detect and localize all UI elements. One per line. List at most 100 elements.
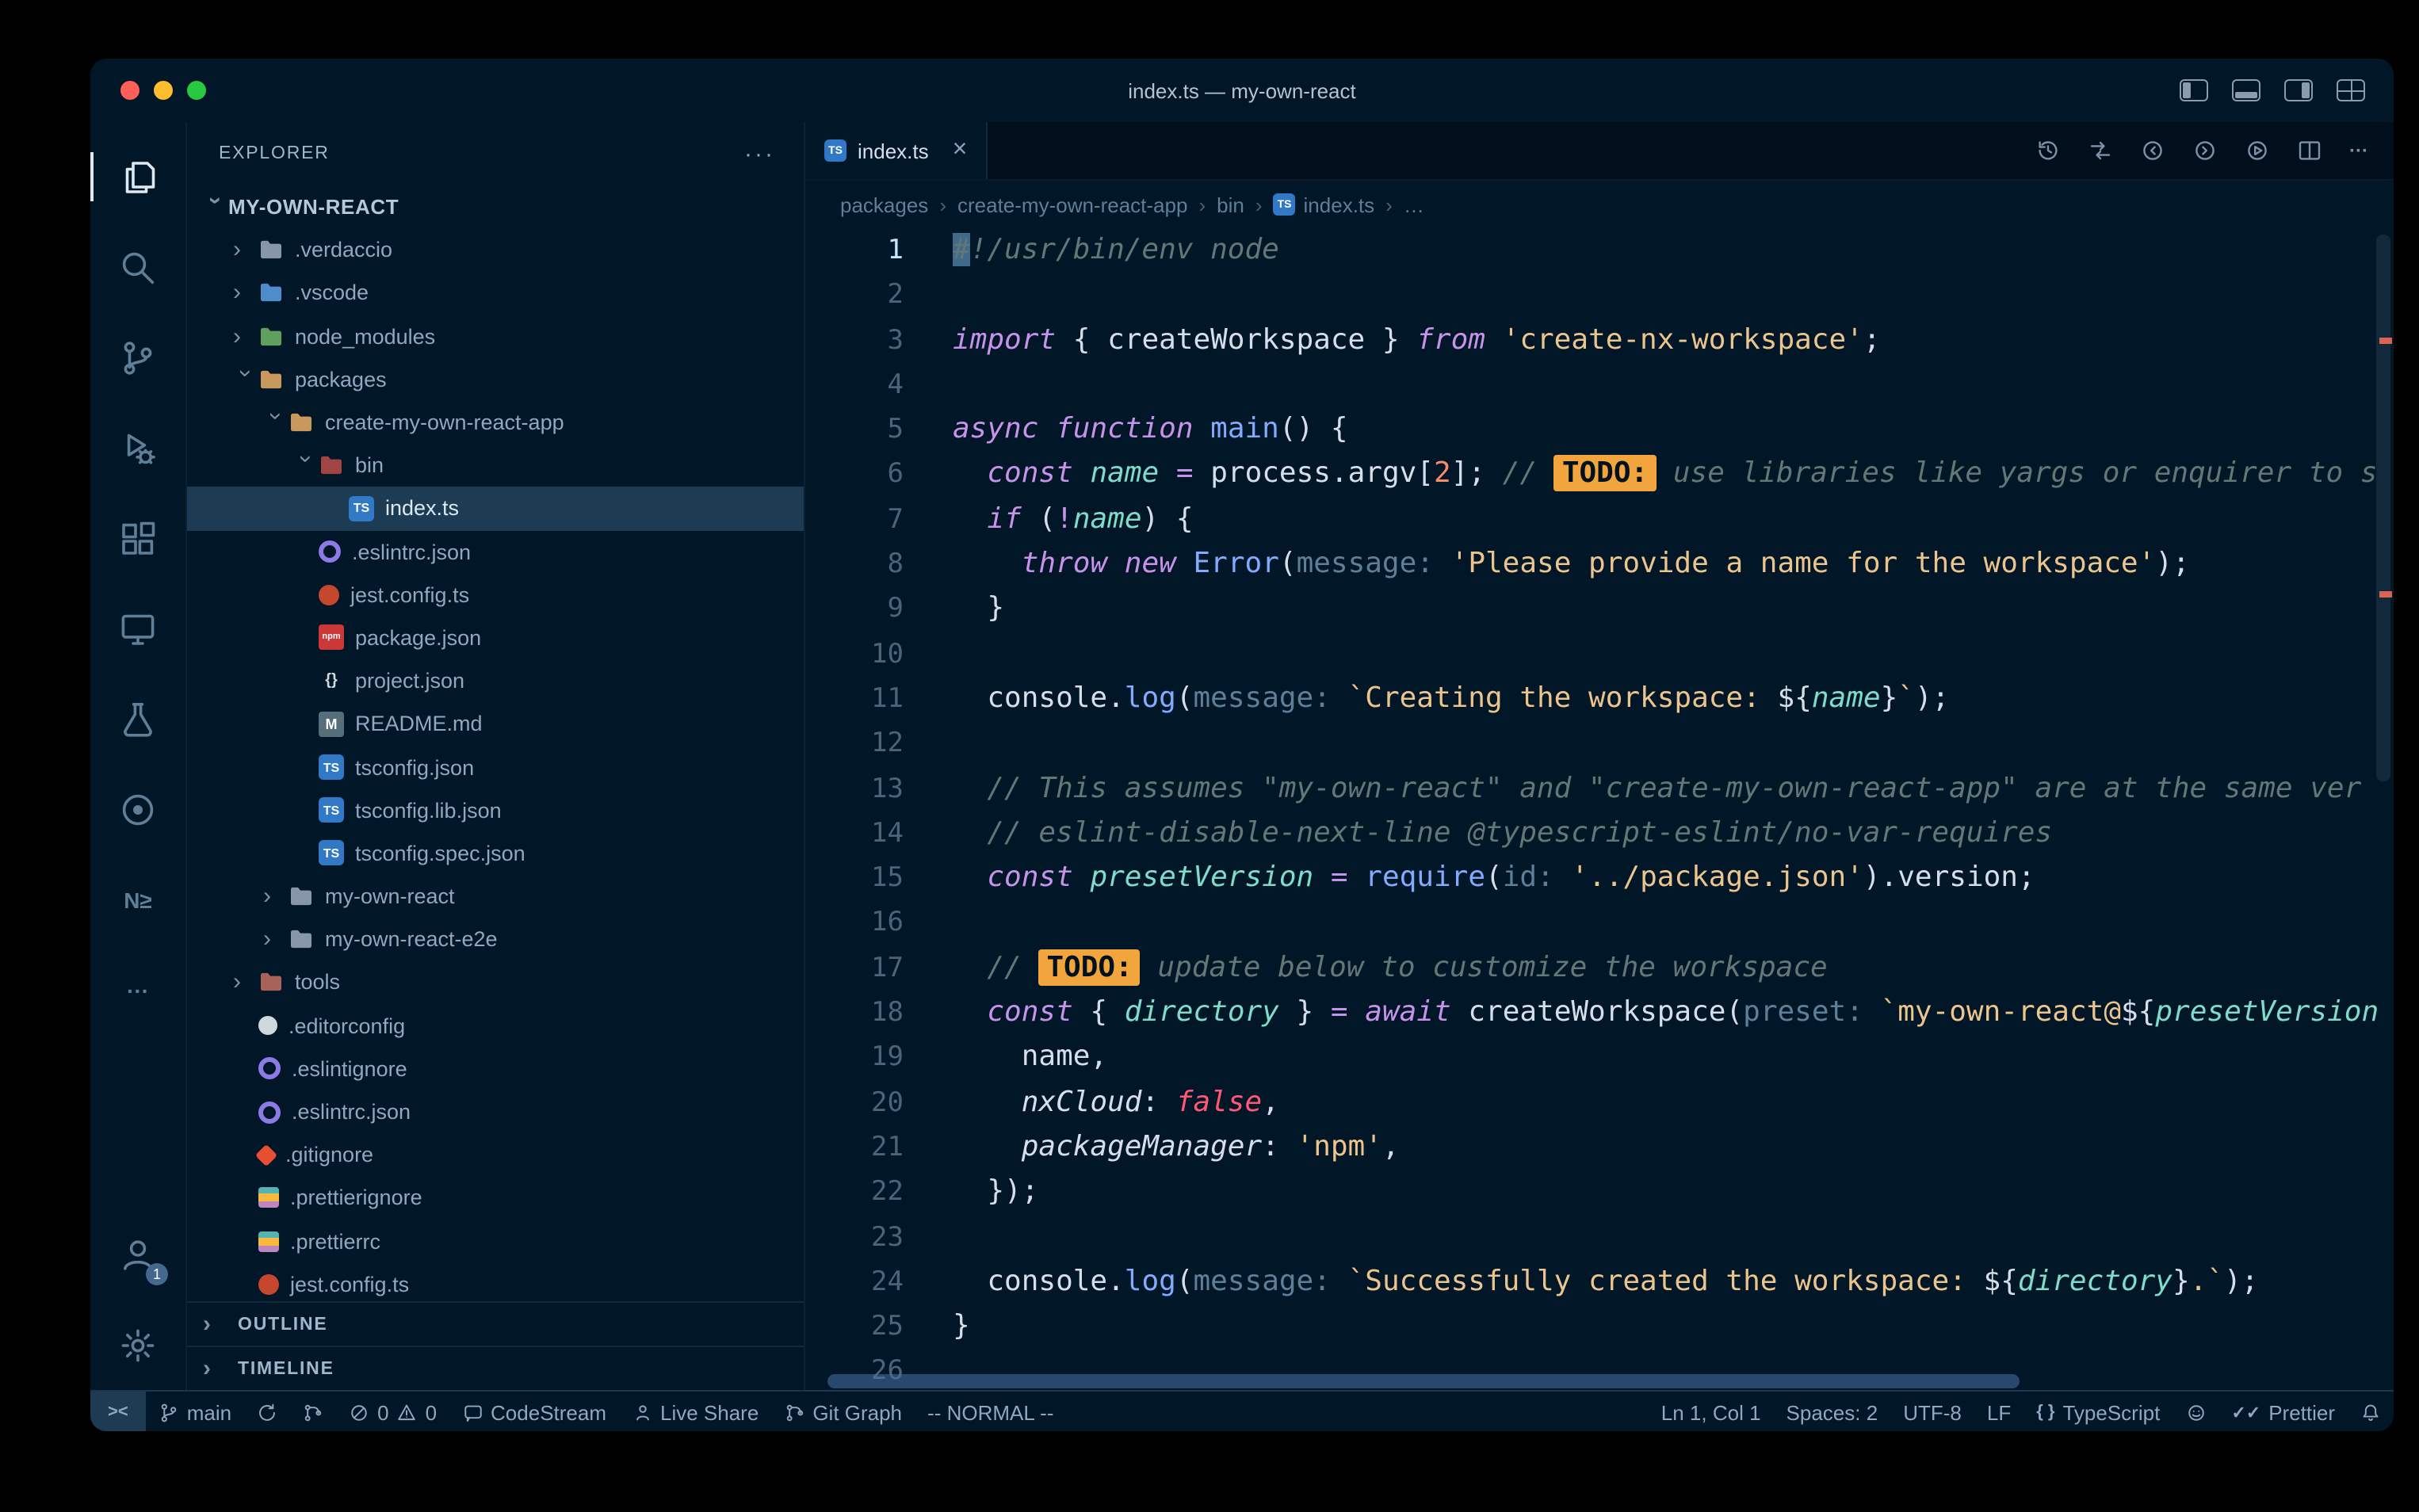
line-number[interactable]: 1 xyxy=(805,228,904,273)
code-line-19[interactable]: 19 name, xyxy=(805,1036,2394,1081)
line-number[interactable]: 7 xyxy=(805,498,904,543)
status-sync-changes[interactable] xyxy=(244,1392,290,1431)
tree-item-MY-OWN-REACT[interactable]: ›MY-OWN-REACT xyxy=(187,185,804,228)
tree-item-.editorconfig[interactable]: ›.editorconfig xyxy=(187,1004,804,1047)
tree-item-jest.config.ts[interactable]: ›jest.config.ts xyxy=(187,573,804,616)
line-number[interactable]: 10 xyxy=(805,632,904,677)
tree-item-my-own-react[interactable]: ›my-own-react xyxy=(187,875,804,918)
status-problems[interactable]: 00 xyxy=(336,1392,449,1431)
activity-nx-console[interactable]: N≥ xyxy=(90,854,185,945)
activity-explorer[interactable] xyxy=(90,132,185,222)
status-remote-indicator[interactable]: >< xyxy=(90,1392,146,1431)
status-codestream[interactable]: CodeStream xyxy=(449,1392,619,1431)
tree-item-bin[interactable]: ›bin xyxy=(187,444,804,487)
tree-item-package.json[interactable]: ›npmpackage.json xyxy=(187,617,804,659)
split-editor-button[interactable] xyxy=(2297,138,2322,163)
activity-more-tools[interactable]: ··· xyxy=(90,945,185,1035)
status-vim-mode[interactable]: -- NORMAL -- xyxy=(915,1392,1066,1431)
code-editor[interactable]: 1#!/usr/bin/env node23import { createWor… xyxy=(805,228,2394,1390)
line-number[interactable]: 6 xyxy=(805,452,904,498)
code-line-16[interactable]: 16 xyxy=(805,901,2394,946)
maximize-window-button[interactable] xyxy=(187,81,206,100)
line-number[interactable]: 17 xyxy=(805,946,904,991)
activity-settings[interactable] xyxy=(90,1300,185,1390)
line-number[interactable]: 15 xyxy=(805,856,904,901)
close-window-button[interactable] xyxy=(120,81,139,100)
tree-item-tools[interactable]: ›tools xyxy=(187,961,804,1004)
status-prettier[interactable]: ✓✓Prettier xyxy=(2218,1392,2348,1431)
horizontal-scrollbar[interactable] xyxy=(827,1374,2020,1388)
tree-item-.prettierignore[interactable]: ›.prettierignore xyxy=(187,1177,804,1220)
activity-remote-explorer[interactable] xyxy=(90,583,185,674)
code-line-6[interactable]: 6 const name = process.argv[2]; // TODO:… xyxy=(805,452,2394,498)
toggle-secondary-sidebar-button[interactable] xyxy=(2284,79,2313,101)
code-line-25[interactable]: 25} xyxy=(805,1304,2394,1350)
status-indentation[interactable]: Spaces: 2 xyxy=(1774,1392,1891,1431)
line-number[interactable]: 24 xyxy=(805,1260,904,1305)
explorer-more-actions-icon[interactable]: ··· xyxy=(744,140,775,167)
tree-item-.eslintrc.json[interactable]: ›.eslintrc.json xyxy=(187,530,804,573)
code-line-14[interactable]: 14 // eslint-disable-next-line @typescri… xyxy=(805,811,2394,857)
code-line-4[interactable]: 4 xyxy=(805,363,2394,408)
toggle-sidebar-button[interactable] xyxy=(2180,79,2208,101)
status-git-graph-view[interactable] xyxy=(290,1392,336,1431)
code-line-15[interactable]: 15 const presetVersion = require(id: '..… xyxy=(805,856,2394,901)
breadcrumb-bin[interactable]: bin xyxy=(1217,193,1244,216)
minimize-window-button[interactable] xyxy=(154,81,173,100)
status-encoding[interactable]: UTF-8 xyxy=(1890,1392,1974,1431)
tree-item-node_modules[interactable]: ›node_modules xyxy=(187,315,804,357)
tree-item-index.ts[interactable]: ›TSindex.ts xyxy=(187,487,804,530)
titlebar[interactable]: index.ts — my-own-react xyxy=(90,59,2394,122)
code-line-22[interactable]: 22 }); xyxy=(805,1170,2394,1215)
tree-item-.eslintignore[interactable]: ›.eslintignore xyxy=(187,1048,804,1090)
line-number[interactable]: 16 xyxy=(805,901,904,946)
tree-item-.prettierrc[interactable]: ›.prettierrc xyxy=(187,1220,804,1262)
line-number[interactable]: 25 xyxy=(805,1304,904,1350)
tree-item-README.md[interactable]: ›MREADME.md xyxy=(187,703,804,746)
tree-item-.verdaccio[interactable]: ›.verdaccio xyxy=(187,228,804,271)
status-language-mode[interactable]: { }TypeScript xyxy=(2023,1392,2173,1431)
line-number[interactable]: 14 xyxy=(805,811,904,857)
line-number[interactable]: 4 xyxy=(805,363,904,408)
tree-item-tsconfig.json[interactable]: ›TStsconfig.json xyxy=(187,746,804,788)
code-line-1[interactable]: 1#!/usr/bin/env node xyxy=(805,228,2394,273)
section-outline[interactable]: ›OUTLINE xyxy=(187,1301,804,1346)
line-number[interactable]: 8 xyxy=(805,542,904,587)
activity-run-debug[interactable] xyxy=(90,403,185,493)
tree-item-project.json[interactable]: ›{}project.json xyxy=(187,659,804,702)
code-line-5[interactable]: 5async function main() { xyxy=(805,407,2394,452)
history-button[interactable] xyxy=(2035,138,2061,163)
nav-forward-button[interactable] xyxy=(2192,138,2218,163)
tree-item-create-my-own-react-app[interactable]: ›create-my-own-react-app xyxy=(187,401,804,444)
open-changes-button[interactable] xyxy=(2088,138,2113,163)
code-line-17[interactable]: 17 // TODO: update below to customize th… xyxy=(805,946,2394,991)
line-number[interactable]: 23 xyxy=(805,1215,904,1260)
breadcrumb-packages[interactable]: packages xyxy=(840,193,928,216)
activity-search[interactable] xyxy=(90,222,185,312)
vertical-scrollbar[interactable] xyxy=(2376,235,2390,781)
code-line-9[interactable]: 9 } xyxy=(805,587,2394,632)
status-cursor-position[interactable]: Ln 1, Col 1 xyxy=(1649,1392,1774,1431)
activity-extensions[interactable] xyxy=(90,493,185,583)
toggle-panel-button[interactable] xyxy=(2232,79,2260,101)
code-line-2[interactable]: 2 xyxy=(805,273,2394,319)
line-number[interactable]: 11 xyxy=(805,677,904,722)
activity-accounts[interactable]: 1 xyxy=(90,1209,185,1300)
line-number[interactable]: 9 xyxy=(805,587,904,632)
code-line-20[interactable]: 20 nxCloud: false, xyxy=(805,1080,2394,1125)
code-line-12[interactable]: 12 xyxy=(805,722,2394,767)
breadcrumb-index.ts[interactable]: TSindex.ts xyxy=(1274,193,1375,216)
activity-testing[interactable] xyxy=(90,674,185,764)
activity-source-control[interactable] xyxy=(90,312,185,403)
run-button[interactable] xyxy=(2245,138,2270,163)
status-git-branch[interactable]: main xyxy=(146,1392,244,1431)
tree-item-.gitignore[interactable]: ›.gitignore xyxy=(187,1133,804,1176)
code-line-7[interactable]: 7 if (!name) { xyxy=(805,498,2394,543)
line-number[interactable]: 20 xyxy=(805,1080,904,1125)
code-line-11[interactable]: 11 console.log(message: `Creating the wo… xyxy=(805,677,2394,722)
code-line-23[interactable]: 23 xyxy=(805,1215,2394,1260)
line-number[interactable]: 22 xyxy=(805,1170,904,1215)
more-actions-button[interactable]: ··· xyxy=(2349,139,2368,162)
tree-item-my-own-react-e2e[interactable]: ›my-own-react-e2e xyxy=(187,918,804,960)
code-line-3[interactable]: 3import { createWorkspace } from 'create… xyxy=(805,318,2394,363)
